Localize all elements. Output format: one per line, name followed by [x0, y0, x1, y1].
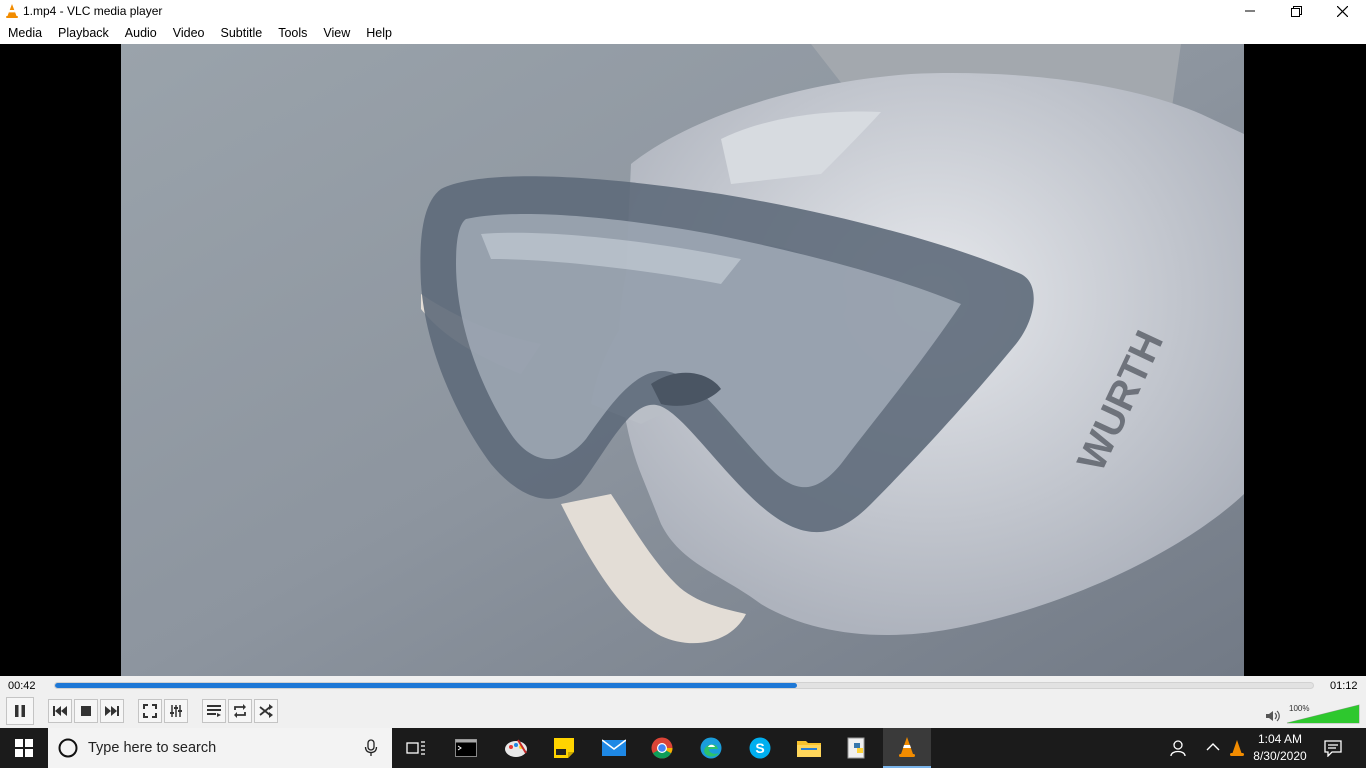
seek-progress: [55, 683, 798, 688]
volume-slider[interactable]: [1286, 704, 1360, 724]
vlc-tray-icon[interactable]: [1229, 739, 1245, 757]
video-frame[interactable]: WURTH: [121, 44, 1244, 676]
chrome-icon: [651, 737, 673, 759]
taskbar-app-sticky-notes[interactable]: [540, 728, 588, 768]
taskbar-app-python[interactable]: [834, 728, 882, 768]
taskbar-search-box[interactable]: Type here to search: [48, 728, 392, 768]
menu-help[interactable]: Help: [358, 22, 400, 44]
paint-icon: [505, 739, 527, 757]
folder-icon: [797, 741, 821, 757]
action-center-icon[interactable]: [1324, 739, 1342, 757]
menu-bar: Media Playback Audio Video Subtitle Tool…: [0, 22, 1366, 44]
control-bar: 100%: [0, 696, 1366, 728]
playlist-button[interactable]: [202, 699, 226, 723]
close-button[interactable]: [1319, 0, 1365, 22]
vlc-cone-icon: [6, 4, 18, 18]
taskbar-app-paint[interactable]: [492, 728, 540, 768]
clock-date[interactable]: 8/30/2020: [1250, 749, 1310, 763]
command-prompt-icon: [455, 739, 477, 757]
taskbar-app-chrome[interactable]: [638, 728, 686, 768]
next-button[interactable]: [100, 699, 124, 723]
python-icon: [847, 737, 865, 759]
fullscreen-icon: [143, 704, 157, 718]
sticky-notes-icon: [554, 738, 574, 758]
restore-icon: [1290, 5, 1302, 17]
next-icon: [105, 706, 119, 716]
elapsed-time: 00:42: [8, 680, 36, 692]
shuffle-icon: [259, 704, 273, 718]
playlist-icon: [207, 705, 221, 717]
title-bar: 1.mp4 - VLC media player: [0, 0, 1366, 22]
microphone-icon[interactable]: [364, 739, 378, 757]
minimize-button[interactable]: [1227, 0, 1273, 22]
previous-icon: [53, 706, 67, 716]
taskbar-app-command-prompt[interactable]: [442, 728, 490, 768]
speaker-icon[interactable]: [1266, 710, 1280, 722]
seek-slider[interactable]: [54, 682, 1314, 689]
mail-icon: [602, 739, 626, 756]
fullscreen-button[interactable]: [138, 699, 162, 723]
stop-button[interactable]: [74, 699, 98, 723]
windows-logo-icon: [15, 739, 33, 757]
video-area[interactable]: WURTH: [0, 44, 1366, 676]
taskbar-app-mail[interactable]: [590, 728, 638, 768]
seek-bar-area: 00:42 01:12: [0, 676, 1366, 696]
total-time[interactable]: 01:12: [1330, 680, 1358, 692]
minimize-icon: [1245, 10, 1255, 12]
menu-view[interactable]: View: [315, 22, 358, 44]
task-view-button[interactable]: [392, 728, 440, 768]
taskbar: Type here to search S 1:04 AM 8/30/2020: [0, 728, 1366, 768]
edge-icon: [700, 737, 722, 759]
taskbar-app-vlc[interactable]: [883, 728, 931, 768]
equalizer-icon: [170, 705, 182, 717]
taskbar-app-skype[interactable]: S: [736, 728, 784, 768]
clock-time[interactable]: 1:04 AM: [1252, 732, 1308, 746]
menu-tools[interactable]: Tools: [270, 22, 315, 44]
stop-icon: [81, 706, 91, 716]
task-view-icon: [406, 741, 425, 755]
restore-button[interactable]: [1273, 0, 1319, 22]
svg-text:S: S: [755, 740, 764, 756]
loop-icon: [234, 704, 246, 718]
menu-video[interactable]: Video: [165, 22, 213, 44]
previous-button[interactable]: [48, 699, 72, 723]
vlc-icon: [899, 737, 915, 757]
close-icon: [1336, 5, 1348, 17]
window-title: 1.mp4 - VLC media player: [23, 4, 163, 18]
menu-media[interactable]: Media: [0, 22, 50, 44]
show-hidden-icons-chevron-icon[interactable]: [1206, 742, 1220, 752]
pause-button[interactable]: [6, 697, 34, 725]
pause-icon: [15, 705, 25, 717]
cortana-icon: [58, 738, 78, 758]
menu-playback[interactable]: Playback: [50, 22, 117, 44]
people-icon[interactable]: [1168, 739, 1186, 757]
taskbar-app-file-explorer[interactable]: [785, 728, 833, 768]
skype-icon: S: [749, 737, 771, 759]
menu-audio[interactable]: Audio: [117, 22, 165, 44]
shuffle-button[interactable]: [254, 699, 278, 723]
taskbar-app-edge[interactable]: [687, 728, 735, 768]
menu-subtitle[interactable]: Subtitle: [213, 22, 271, 44]
loop-button[interactable]: [228, 699, 252, 723]
start-button[interactable]: [0, 728, 48, 768]
search-placeholder: Type here to search: [88, 740, 217, 756]
extended-settings-button[interactable]: [164, 699, 188, 723]
